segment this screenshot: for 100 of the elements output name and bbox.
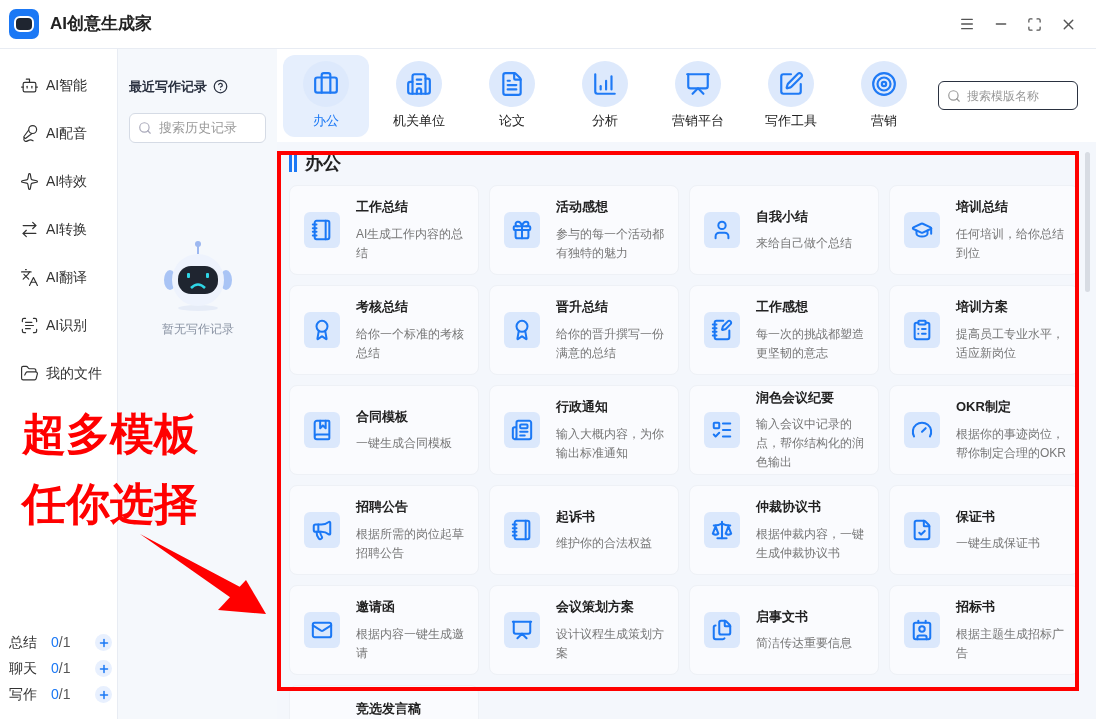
nav-item[interactable]: AI特效 [8,163,109,199]
quota-label: 聊天 [9,659,38,678]
template-card[interactable]: 合同模板 一键生成合同模板 [289,385,479,475]
megaphone-icon [311,519,333,541]
template-description: 输入会议中记录的点，帮你结构化的润色输出 [756,416,865,472]
empty-text: 暂无写作记录 [161,320,234,338]
template-description: 根据主题生成招标广告 [956,625,1065,662]
folder-icon [20,363,39,383]
scan-icon [20,315,39,335]
category-tab[interactable]: 写作工具 [748,54,834,137]
template-card[interactable]: 活动感想 参与的每一个活动都有独特的魅力 [489,185,679,275]
template-card[interactable]: 润色会议纪要 输入会议中记录的点，帮你结构化的润色输出 [689,385,879,475]
annotation-text: 超多模板 [22,408,198,460]
template-description: 给你的晋升撰写一份满意的总结 [556,325,665,362]
template-title: 培训方案 [956,298,1009,317]
template-title: 工作总结 [356,198,409,217]
gift-icon [511,219,533,241]
document-icon [911,519,933,541]
template-card[interactable]: 招聘公告 根据所需的岗位起草招聘公告 [289,485,479,575]
template-title: 保证书 [956,507,996,526]
template-description: 根据仲裁内容，一键生成仲裁协议书 [756,525,865,562]
add-button[interactable] [95,660,112,677]
quota-label: 总结 [9,633,38,652]
template-title: 招聘公告 [356,498,409,517]
template-description: 设计议程生成策划方案 [556,625,665,662]
template-description: 一键生成保证书 [956,535,1041,553]
add-button[interactable] [95,634,112,651]
template-card[interactable]: 行政通知 输入大概内容，为你输出标准通知 [489,385,679,475]
quota-count: 0/1 [51,685,72,704]
quota-label: 写作 [9,685,38,704]
template-description: AI生成工作内容的总结 [356,225,465,262]
template-description: 给你一个标准的考核总结 [356,325,465,362]
add-button[interactable] [95,686,112,703]
contact-card-icon [911,619,933,641]
maximize-icon[interactable] [1027,16,1042,32]
notebook-icon [311,219,333,241]
target-icon [871,70,897,97]
presentation-board-icon [511,619,533,641]
template-card[interactable]: 晋升总结 给你的晋升撰写一份满意的总结 [489,285,679,375]
template-description: 根据你的事迹岗位，帮你制定合理的OKR [956,425,1067,462]
template-description: 根据所需的岗位起草招聘公告 [356,525,465,562]
template-card[interactable]: 自我小结 来给自己做个总结 [689,185,879,275]
template-card[interactable]: 启事文书 简洁传达重要信息 [689,585,879,675]
briefcase-icon [313,70,339,97]
search-icon [947,89,961,103]
history-search-field[interactable]: 搜索历史记录 [129,112,266,143]
category-tab[interactable]: 机关单位 [376,54,462,137]
menu-icon[interactable] [959,16,975,32]
chart-icon [592,70,618,97]
template-card[interactable]: 仲裁协议书 根据仲裁内容，一键生成仲裁协议书 [689,485,879,575]
app-logo [9,9,39,39]
help-icon [213,79,228,95]
quota-count: 0/1 [51,659,72,678]
nav-item[interactable]: AI转换 [8,211,109,247]
history-title: 最近写作记录 [129,78,207,96]
translate-icon [20,267,39,287]
document-icon [499,70,525,97]
template-description: 任何培训，给你总结到位 [956,225,1065,262]
section-title: 办公 [305,151,341,175]
template-card[interactable]: 会议策划方案 设计议程生成策划方案 [489,585,679,675]
template-description: 简洁传达重要信息 [756,635,853,653]
annotation-text: 任你选择 [22,478,198,530]
template-title: 培训总结 [956,198,1009,217]
template-title: 起诉书 [556,507,596,526]
microphone-icon [20,123,39,143]
template-title: 活动感想 [556,198,609,217]
search-icon [138,120,152,135]
template-title: 行政通知 [556,398,609,417]
template-title: 仲裁协议书 [756,498,822,517]
template-title: 晋升总结 [556,298,609,317]
template-card[interactable]: 起诉书 维护你的合法权益 [489,485,679,575]
template-title: OKR制定 [956,398,1012,417]
category-tab[interactable]: 办公 [283,54,369,137]
category-tab[interactable]: 营销 [841,54,927,137]
template-description: 一键生成合同模板 [356,435,453,453]
nav-item[interactable]: AI翻译 [8,259,109,295]
template-title: 合同模板 [356,407,409,426]
category-tab[interactable]: 分析 [562,54,648,137]
nav-item[interactable]: 我的文件 [8,355,109,391]
template-title: 考核总结 [356,298,409,317]
template-card[interactable]: 工作感想 每一次的挑战都塑造更坚韧的意志 [689,285,879,375]
quota-count: 0/1 [51,633,72,652]
template-title: 工作感想 [756,298,809,317]
nav-item[interactable]: AI识别 [8,307,109,343]
swap-icon [20,219,39,239]
template-card[interactable]: 考核总结 给你一个标准的考核总结 [289,285,479,375]
template-card[interactable]: 工作总结 AI生成工作内容的总结 [289,185,479,275]
scale-icon [711,519,733,541]
nav-item[interactable]: AI配音 [8,115,109,151]
template-description: 来给自己做个总结 [756,235,853,253]
template-description: 提高员工专业水平，适应新岗位 [956,325,1065,362]
template-card[interactable]: 邀请函 根据内容一键生成邀请 [289,585,479,675]
template-title: 自我小结 [756,207,809,226]
category-tab[interactable]: 论文 [469,54,555,137]
template-search-field[interactable]: 搜索模版名称 [938,81,1078,110]
building-icon [406,70,432,97]
nav-item[interactable]: AI智能 [8,67,109,103]
category-tab[interactable]: 营销平台 [655,54,741,137]
presentation-board-icon [685,70,711,97]
template-description: 根据内容一键生成邀请 [356,625,465,662]
